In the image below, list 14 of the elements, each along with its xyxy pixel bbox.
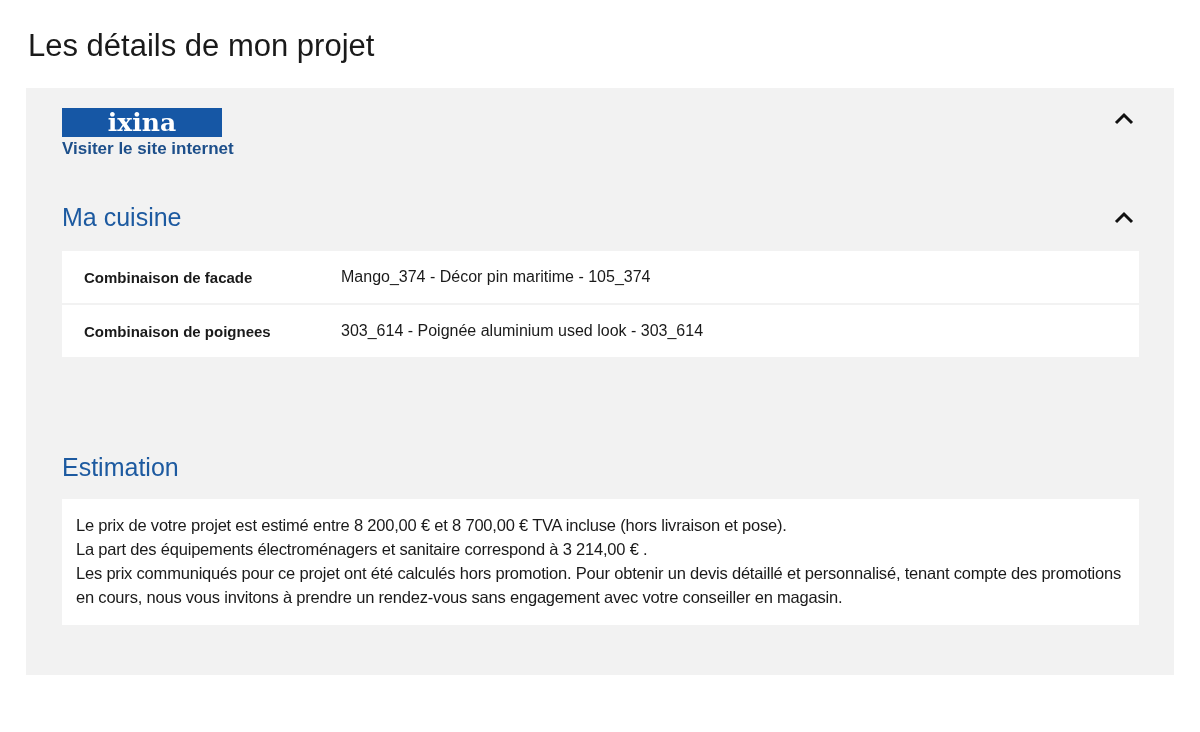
estimation-text: Le prix de votre projet est estimé entre 8 200,00 € et 8 700,00 € TVA incluse (hors livraison et pose). [76, 515, 788, 536]
row-label: Combinaison de facade [84, 268, 254, 286]
chevron-icon [1113, 112, 1135, 126]
estimation-text: Les prix communiqués pour ce projet ont été calculés hors promotion. Pour obtenir un devis détaillé et personnalisé, tenant compte des promotions en cours, nous vous invitons à prendre un rendez-vous sans engagement avec votre conseiller en magasin. [76, 563, 1122, 608]
estimation-text: La part des équipements électroménagers et sanitaire correspond à 3 214,00 € . [76, 539, 649, 560]
row-value: Mango_374 - Décor pin maritime - 105_374 [341, 268, 652, 286]
section-title: Ma cuisine [62, 203, 182, 232]
row-value: 303_614 - Poignée aluminium used look - 303_614 [341, 322, 705, 340]
chevron-icon [1113, 210, 1135, 225]
page-title: Les détails de mon projet [28, 28, 376, 64]
section-title: Estimation [62, 453, 180, 482]
website-link[interactable]: Visiter le site internet [62, 139, 234, 159]
row-label: Combinaison de poignees [84, 322, 272, 340]
brand-logo: ixina [62, 108, 222, 137]
